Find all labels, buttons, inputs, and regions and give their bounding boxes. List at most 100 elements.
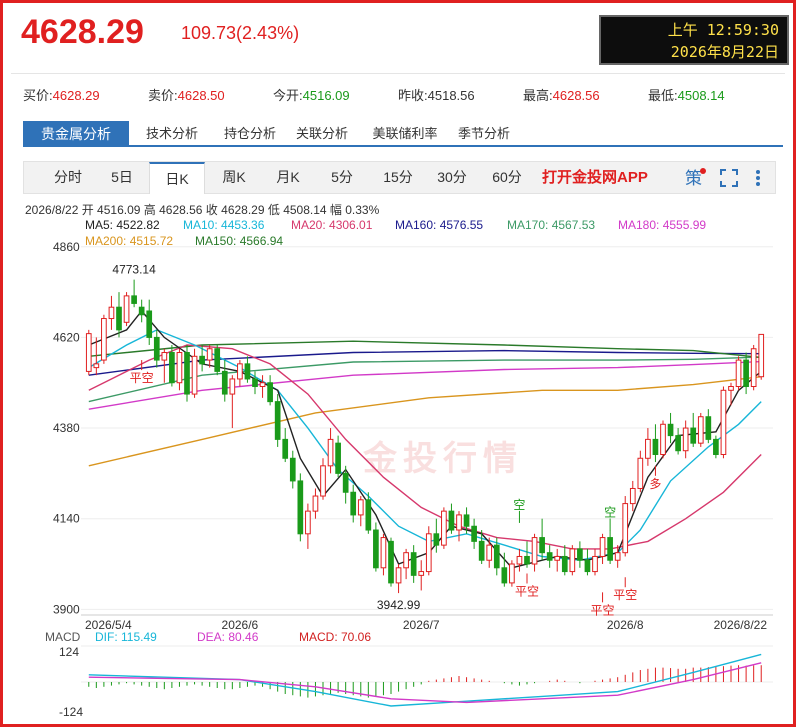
candle-body xyxy=(569,548,576,573)
app-frame: 4628.29 109.73(2.43%) 上午 12:59:30 2026年8… xyxy=(0,0,796,727)
x-tick-label: 2026/7 xyxy=(403,618,440,632)
candle-body xyxy=(388,540,394,584)
signal-label: 平空 xyxy=(591,603,615,617)
candle-body xyxy=(561,555,568,573)
candle-body xyxy=(501,567,508,584)
candle-body xyxy=(463,514,470,527)
candle-body xyxy=(335,442,341,474)
candle-body xyxy=(735,359,742,388)
candle-body xyxy=(697,416,704,444)
signal-label: 平空 xyxy=(613,588,637,602)
candle-body xyxy=(577,548,583,561)
candle-body xyxy=(493,544,500,569)
candle-body xyxy=(380,537,387,569)
candle-body xyxy=(350,491,357,516)
signal-label: 多 xyxy=(649,477,661,491)
candle-body xyxy=(675,435,681,452)
candle-body xyxy=(161,352,168,361)
high-annotation: 4773.14 xyxy=(112,263,156,277)
candle-body xyxy=(259,382,266,388)
candle-body xyxy=(448,510,455,531)
candle-body xyxy=(252,378,258,388)
kline-chart[interactable]: 486046204380414039002026/5/4 2026/6 2026/7… xyxy=(3,3,793,724)
macd-legend-item: MACD xyxy=(45,630,81,644)
y-tick-label: 3900 xyxy=(53,602,80,616)
candle-body xyxy=(153,336,160,361)
candle-body xyxy=(713,438,719,455)
candle-body xyxy=(116,306,122,331)
candle-body xyxy=(320,465,326,497)
signal-label: 空 xyxy=(604,505,616,519)
candle-body xyxy=(191,355,198,395)
candle-body xyxy=(176,352,183,384)
candle-body xyxy=(229,378,236,395)
candle-body xyxy=(667,423,674,437)
candle-body xyxy=(373,529,379,569)
candle-body xyxy=(531,537,538,565)
macd-y-tick-label: -124 xyxy=(59,705,83,719)
candle-body xyxy=(108,306,115,320)
candle-body xyxy=(327,438,334,467)
macd-legend-item: DEA: 80.46 xyxy=(197,630,259,644)
candle-body xyxy=(101,318,107,361)
macd-dea-line xyxy=(88,662,762,704)
candle-body xyxy=(471,525,477,542)
candle-body xyxy=(342,472,349,493)
signal-label: 空 xyxy=(513,498,525,512)
candle-body xyxy=(365,499,372,531)
candle-body xyxy=(682,427,689,452)
macd-legend-item: MACD: 70.06 xyxy=(299,630,372,644)
candle-body xyxy=(214,348,221,372)
candle-body xyxy=(395,567,402,584)
candle-body xyxy=(660,423,666,455)
candle-body xyxy=(622,503,629,554)
candle-body xyxy=(652,438,659,455)
candle-body xyxy=(592,555,598,573)
candle-body xyxy=(403,552,409,569)
candle-body xyxy=(131,295,137,304)
candle-body xyxy=(539,537,545,554)
candle-body xyxy=(305,510,311,535)
candle-body xyxy=(554,555,561,561)
macd-dif-line xyxy=(88,653,762,707)
candle-body xyxy=(312,495,319,512)
y-tick-label: 4140 xyxy=(53,512,80,526)
candle-body xyxy=(486,544,493,561)
candle-body xyxy=(516,555,523,565)
candle-body xyxy=(629,487,636,505)
candle-body xyxy=(645,438,651,459)
candle-body xyxy=(267,382,273,403)
candle-body xyxy=(206,348,213,361)
candle-body xyxy=(456,514,462,531)
candle-body xyxy=(282,438,289,459)
candle-body xyxy=(509,563,515,584)
candle-body xyxy=(433,533,440,546)
candle-body xyxy=(478,540,485,561)
candle-body xyxy=(274,401,281,440)
y-tick-label: 4380 xyxy=(53,421,80,435)
candle-body xyxy=(690,427,697,444)
candle-body xyxy=(410,552,417,576)
y-tick-label: 4620 xyxy=(53,330,80,344)
candle-body xyxy=(607,537,613,561)
candle-body xyxy=(244,363,251,380)
candle-body xyxy=(237,363,243,380)
candle-body xyxy=(184,352,190,395)
candle-body xyxy=(138,306,145,316)
candle-body xyxy=(637,457,644,489)
candle-body xyxy=(146,310,153,338)
candle-body xyxy=(289,457,296,482)
candle-body xyxy=(728,386,734,391)
candle-body xyxy=(199,355,205,365)
candle-body xyxy=(750,348,757,388)
candle-body xyxy=(221,370,228,395)
macd-legend-item: DIF: 115.49 xyxy=(95,630,157,644)
candle-body xyxy=(441,510,447,546)
signal-label: 平空 xyxy=(515,584,539,598)
candle-body xyxy=(720,389,727,455)
candle-body xyxy=(123,295,130,323)
x-tick-label: 2026/8 xyxy=(607,618,644,632)
candle-body xyxy=(85,333,92,372)
macd-y-tick-label: 124 xyxy=(59,645,79,659)
candle-body xyxy=(93,363,100,369)
